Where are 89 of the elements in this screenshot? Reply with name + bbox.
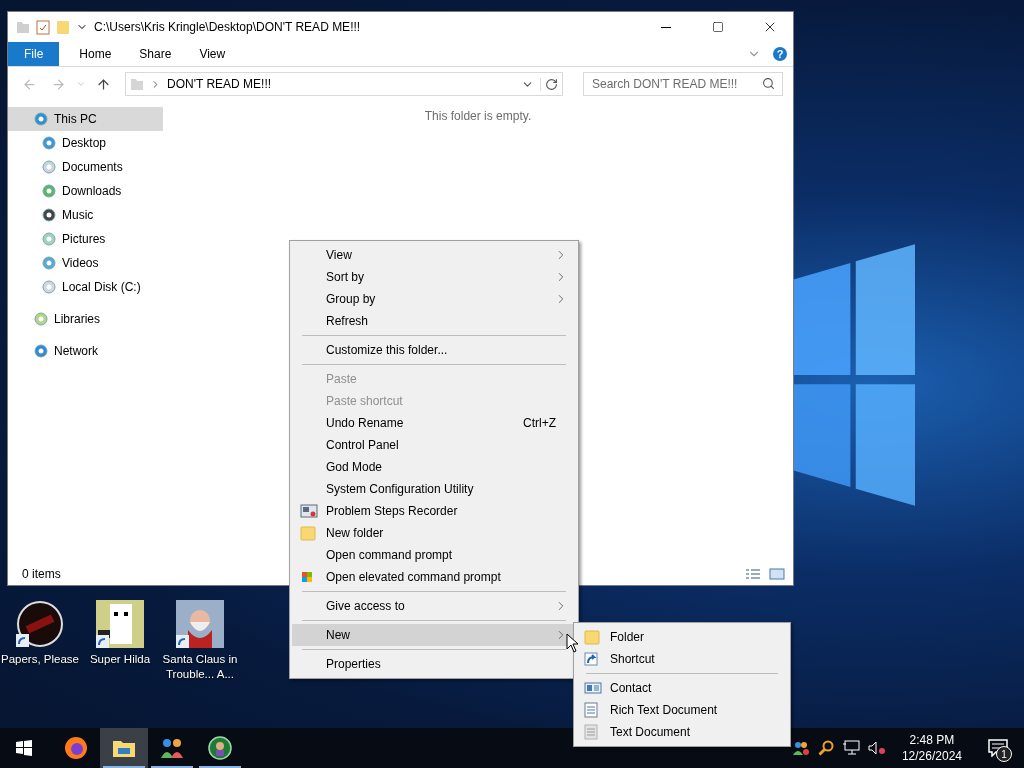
menu-item[interactable]: Refresh bbox=[292, 310, 576, 332]
menu-item[interactable]: Control Panel bbox=[292, 434, 576, 456]
nav-item[interactable]: Documents bbox=[8, 155, 163, 179]
search-field[interactable]: Search DON'T READ ME!!! bbox=[583, 72, 783, 96]
menu-item[interactable]: Properties bbox=[292, 653, 576, 675]
menu-item[interactable]: Open elevated command prompt bbox=[292, 566, 576, 588]
nav-item[interactable]: Downloads bbox=[8, 179, 163, 203]
desktop-shortcut-label[interactable]: Santa Claus in Trouble... A... bbox=[160, 652, 240, 682]
location-icon bbox=[34, 112, 48, 126]
address-bar[interactable]: DON'T READ ME!!! bbox=[125, 72, 563, 96]
menu-item[interactable]: Folder bbox=[576, 626, 788, 648]
recorder-icon bbox=[300, 503, 318, 519]
ribbon-tab[interactable]: View bbox=[185, 42, 240, 66]
menu-item[interactable]: System Configuration Utility bbox=[292, 478, 576, 500]
menu-item[interactable]: View bbox=[292, 244, 576, 266]
menu-item[interactable]: Shortcut bbox=[576, 648, 788, 670]
character-badge-icon bbox=[208, 736, 232, 760]
location-icon bbox=[42, 136, 56, 150]
taskbar-app-button[interactable] bbox=[100, 728, 148, 768]
mouse-cursor-icon bbox=[566, 633, 580, 653]
location-icon bbox=[34, 344, 48, 358]
nav-item[interactable]: Pictures bbox=[8, 227, 163, 251]
clock[interactable]: 2:48 PM 12/26/2024 bbox=[893, 732, 970, 764]
checklist-icon[interactable] bbox=[36, 19, 50, 35]
file-menu-button[interactable]: File bbox=[8, 42, 60, 66]
location-icon bbox=[42, 160, 56, 174]
magnifier-icon[interactable] bbox=[817, 740, 834, 756]
nav-item[interactable]: This PC bbox=[8, 107, 163, 131]
fox-browser-icon bbox=[64, 736, 88, 760]
menu-item[interactable]: Contact bbox=[576, 677, 788, 699]
nav-item[interactable]: Local Disk (C:) bbox=[8, 275, 163, 299]
people-icon bbox=[159, 736, 185, 760]
folder-icon bbox=[300, 525, 316, 541]
ribbon-tab[interactable]: Share bbox=[125, 42, 186, 66]
desktop-shortcut-label[interactable]: Papers, Please bbox=[1, 652, 79, 667]
folder-icon bbox=[16, 20, 30, 34]
stamp-app-icon bbox=[16, 600, 64, 648]
windows-start-icon bbox=[16, 740, 32, 756]
menu-item[interactable]: Open command prompt bbox=[292, 544, 576, 566]
menu-item[interactable]: Group by bbox=[292, 288, 576, 310]
location-icon bbox=[42, 280, 56, 294]
location-icon bbox=[42, 232, 56, 246]
menu-item[interactable]: God Mode bbox=[292, 456, 576, 478]
people-tray-icon[interactable] bbox=[791, 740, 810, 756]
menu-item[interactable]: Give access to bbox=[292, 595, 576, 617]
santa-artwork-icon bbox=[176, 600, 224, 648]
location-icon bbox=[42, 208, 56, 222]
location-icon bbox=[42, 256, 56, 270]
search-icon bbox=[762, 77, 775, 90]
folder-icon bbox=[584, 629, 600, 645]
forward-arrow-icon bbox=[51, 76, 66, 92]
nav-item[interactable]: Desktop bbox=[8, 131, 163, 155]
notification-count: 1 bbox=[996, 746, 1012, 762]
shortcut-icon bbox=[584, 652, 598, 666]
nav-item[interactable]: Network bbox=[8, 339, 163, 363]
text-file-icon bbox=[584, 724, 598, 740]
maximize-icon bbox=[712, 21, 724, 33]
minimize-icon bbox=[661, 26, 671, 28]
pixel-art-app-icon bbox=[96, 600, 144, 648]
nav-item[interactable]: Videos bbox=[8, 251, 163, 275]
menu-item[interactable]: New bbox=[292, 624, 576, 646]
nav-item[interactable]: Music bbox=[8, 203, 163, 227]
folder-icon bbox=[112, 738, 136, 758]
menu-item[interactable]: New folder bbox=[292, 522, 576, 544]
document-icon bbox=[584, 702, 598, 718]
breadcrumb-item[interactable]: DON'T READ ME!!! bbox=[167, 77, 515, 91]
ribbon-tab[interactable]: Home bbox=[65, 42, 126, 66]
contact-card-icon bbox=[584, 681, 602, 695]
menu-item[interactable]: Undo Rename Ctrl+Z bbox=[292, 412, 576, 434]
status-text: 0 items bbox=[22, 566, 61, 581]
muted-speaker-icon[interactable] bbox=[867, 740, 886, 756]
help-button[interactable]: ? bbox=[773, 47, 787, 61]
empty-folder-message: This folder is empty. bbox=[424, 109, 532, 123]
notifications-button[interactable]: 1 bbox=[978, 728, 1018, 768]
network-icon[interactable] bbox=[841, 740, 860, 756]
menu-item[interactable]: Sort by bbox=[292, 266, 576, 288]
menu-item[interactable]: Rich Text Document bbox=[576, 699, 788, 721]
desktop-shortcut-label[interactable]: Super Hilda bbox=[89, 652, 151, 667]
folder-icon bbox=[130, 77, 144, 91]
menu-item[interactable]: Customize this folder... bbox=[292, 339, 576, 361]
location-icon bbox=[34, 312, 48, 326]
nav-item[interactable]: Libraries bbox=[8, 307, 163, 331]
menu-item[interactable]: Text Document bbox=[576, 721, 788, 743]
menu-item[interactable]: Problem Steps Recorder bbox=[292, 500, 576, 522]
message-icon bbox=[988, 739, 1008, 757]
refresh-icon[interactable] bbox=[540, 77, 558, 91]
window-title: C:\Users\Kris Kringle\Desktop\DON'T READ ME!!! bbox=[94, 20, 362, 34]
location-icon bbox=[42, 184, 56, 198]
back-arrow-icon bbox=[22, 76, 37, 92]
